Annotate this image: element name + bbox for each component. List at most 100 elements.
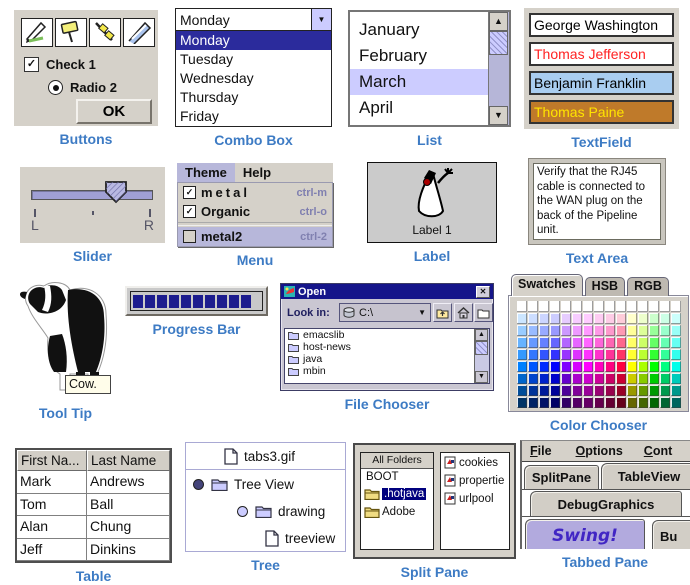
column-header[interactable]: First Na... (17, 450, 87, 471)
tab-debuggraphics[interactable]: DebugGraphics (530, 491, 682, 516)
swatch-cell[interactable] (616, 337, 626, 348)
swatch-cell[interactable] (616, 385, 626, 396)
swatch-cell[interactable] (517, 397, 527, 408)
table-cell[interactable]: Tom (17, 494, 87, 517)
swatch-cell[interactable] (561, 337, 571, 348)
table-row[interactable]: Tom Ball (17, 494, 170, 517)
combo-option[interactable]: Monday (176, 31, 331, 50)
swatch-cell[interactable] (627, 397, 637, 408)
swatch-cell[interactable] (539, 397, 549, 408)
swatch-cell[interactable] (583, 313, 593, 324)
combo-dropdown-button[interactable]: ▼ (311, 9, 331, 30)
swatch-cell[interactable] (616, 349, 626, 360)
swatch-cell[interactable] (594, 385, 604, 396)
list-item[interactable]: January (350, 17, 509, 43)
close-button[interactable]: ✕ (476, 286, 490, 298)
swatch-cell[interactable] (572, 313, 582, 324)
swatch-cell[interactable] (539, 349, 549, 360)
swatch-cell[interactable] (539, 361, 549, 372)
swatch-cell[interactable] (638, 313, 648, 324)
draw-tool-button-1[interactable] (21, 18, 53, 47)
swatch-cell[interactable] (605, 325, 615, 336)
scroll-down-button[interactable]: ▼ (475, 371, 488, 383)
swatch-cell[interactable] (528, 373, 538, 384)
swatch-cell[interactable] (539, 337, 549, 348)
swatch-cell[interactable] (649, 385, 659, 396)
table-row[interactable]: Jeff Dinkins (17, 539, 170, 562)
file-row[interactable]: mbin (285, 365, 489, 377)
swatch-cell[interactable] (539, 385, 549, 396)
swatch-cell[interactable] (561, 385, 571, 396)
swatch-cell[interactable] (517, 361, 527, 372)
swatch-cell[interactable] (583, 361, 593, 372)
combo-box[interactable]: Monday ▼ (175, 8, 332, 31)
swatch-cell[interactable] (616, 313, 626, 324)
swatch-cell[interactable] (583, 373, 593, 384)
swatch-cell[interactable] (660, 313, 670, 324)
swatch-cell[interactable] (627, 361, 637, 372)
scrollbar[interactable]: ▲ ▼ (474, 329, 489, 383)
swatch-cell[interactable] (528, 361, 538, 372)
swatch-cell[interactable] (638, 361, 648, 372)
swatch-cell[interactable] (572, 349, 582, 360)
swatch-cell[interactable] (605, 337, 615, 348)
tree-node[interactable]: treeview (186, 525, 345, 552)
scrollbar-thumb[interactable] (475, 341, 488, 355)
swatch-cell[interactable] (572, 325, 582, 336)
text-field[interactable]: Thomas Jefferson (529, 42, 674, 66)
swatch-cell[interactable] (616, 397, 626, 408)
file-list-item[interactable]: urlpool (441, 489, 509, 507)
folder-list-item[interactable]: BOOT (361, 469, 433, 485)
swatch-cell[interactable] (660, 349, 670, 360)
swatch-cell[interactable] (583, 349, 593, 360)
swatch-cell[interactable] (528, 313, 538, 324)
swatch-cell[interactable] (627, 385, 637, 396)
swatch-cell[interactable] (660, 385, 670, 396)
swatch-cell[interactable] (550, 301, 560, 312)
swatch-cell[interactable] (583, 337, 593, 348)
swatch-cell[interactable] (561, 313, 571, 324)
table-cell[interactable]: Chung (87, 516, 170, 539)
new-folder-button[interactable] (474, 303, 493, 322)
swatch-cell[interactable] (649, 325, 659, 336)
text-field[interactable]: Benjamin Franklin (529, 71, 674, 95)
swatch-cell[interactable] (649, 313, 659, 324)
swatch-cell[interactable] (572, 397, 582, 408)
checkbox[interactable]: ✓ (24, 57, 39, 72)
ok-button[interactable]: OK (76, 99, 152, 124)
table-cell[interactable]: Jeff (17, 539, 87, 562)
tree-node[interactable]: tabs3.gif (186, 443, 345, 470)
swatch-cell[interactable] (605, 349, 615, 360)
swatch-cell[interactable] (583, 397, 593, 408)
list-item[interactable]: April (350, 95, 509, 121)
swatch-cell[interactable] (616, 301, 626, 312)
tab-swatches[interactable]: Swatches (511, 274, 583, 296)
scrollbar[interactable]: ▲ ▼ (488, 12, 509, 125)
swatch-cell[interactable] (528, 349, 538, 360)
swatch-cell[interactable] (594, 397, 604, 408)
swatch-cell[interactable] (594, 361, 604, 372)
text-area[interactable]: Verify that the RJ45 cable is connected … (533, 163, 661, 240)
swatch-cell[interactable] (583, 385, 593, 396)
swatch-cell[interactable] (550, 361, 560, 372)
swatch-cell[interactable] (594, 301, 604, 312)
tab-button[interactable]: Bu (652, 520, 690, 549)
swatch-cell[interactable] (638, 373, 648, 384)
swatch-cell[interactable] (550, 325, 560, 336)
file-row[interactable]: host-news (285, 341, 489, 353)
swatch-cell[interactable] (649, 301, 659, 312)
swatch-cell[interactable] (605, 301, 615, 312)
swatch-cell[interactable] (572, 337, 582, 348)
file-list-item[interactable]: cookies (441, 453, 509, 471)
swatch-cell[interactable] (561, 397, 571, 408)
swatch-cell[interactable] (561, 373, 571, 384)
swatch-cell[interactable] (627, 373, 637, 384)
swatch-cell[interactable] (627, 325, 637, 336)
swatch-cell[interactable] (660, 361, 670, 372)
swatch-cell[interactable] (528, 397, 538, 408)
list-item[interactable]: February (350, 43, 509, 69)
swatch-cell[interactable] (539, 325, 549, 336)
swatch-cell[interactable] (594, 325, 604, 336)
combo-option[interactable]: Friday (176, 107, 331, 126)
menu-item[interactable]: ✓ Organic ctrl-o (178, 202, 332, 221)
